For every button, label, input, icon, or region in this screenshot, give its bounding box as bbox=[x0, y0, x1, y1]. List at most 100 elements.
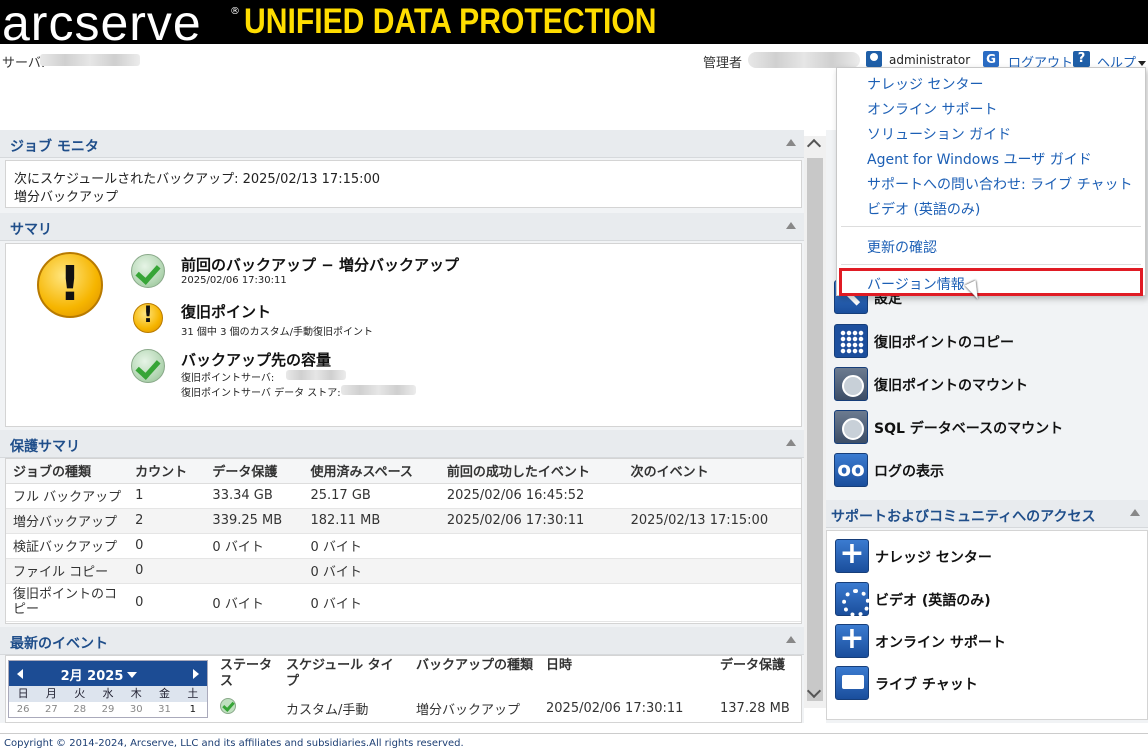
calendar-date[interactable]: 31 bbox=[150, 702, 178, 717]
help-icon[interactable]: ? bbox=[1073, 51, 1090, 67]
arcserve-logo: arcserve bbox=[2, 0, 202, 44]
schedule-type-cell: カスタム/手動 bbox=[286, 702, 369, 718]
table-row[interactable]: 復旧ポイントのコピー 0 0 バイト 0 バイト bbox=[6, 583, 801, 622]
collapse-icon[interactable] bbox=[786, 636, 796, 643]
last-success-cell bbox=[439, 583, 624, 622]
menu-item-online-support[interactable]: オンライン サポート bbox=[867, 99, 997, 119]
month-label: 2月 2025 bbox=[60, 669, 124, 684]
calendar-header: 2月 2025 bbox=[9, 661, 207, 686]
support-label: オンライン サポート bbox=[875, 635, 1006, 651]
column-header[interactable]: カウント bbox=[128, 459, 206, 484]
table-row[interactable]: 検証バックアップ 0 0 バイト 0 バイト bbox=[6, 533, 801, 559]
column-header[interactable]: データ保護 bbox=[205, 459, 304, 484]
next-month-icon[interactable] bbox=[193, 669, 199, 679]
task-mount-sql-database[interactable]: SQL データベースのマウント bbox=[834, 410, 1134, 446]
support-body: ナレッジ センター ビデオ (英語のみ) オンライン サポート ライブ チャット bbox=[826, 530, 1148, 720]
task-label: 復旧ポイントのマウント bbox=[874, 378, 1028, 394]
summary-panel: サマリ 前回のバックアップ − 増分バックアップ 2025/02/06 17:3… bbox=[0, 213, 804, 428]
column-header[interactable]: バックアップの種類 bbox=[410, 656, 540, 696]
menu-item-solution-guide[interactable]: ソリューション ガイド bbox=[867, 124, 1011, 144]
datetime-cell: 2025/02/06 17:30:11 bbox=[546, 700, 684, 716]
weekday-label: 土 bbox=[187, 687, 199, 700]
support-live-chat[interactable]: ライブ チャット bbox=[835, 666, 1135, 702]
scroll-up-icon[interactable] bbox=[806, 138, 822, 154]
month-selector[interactable]: 2月 2025 bbox=[9, 665, 189, 684]
column-header[interactable]: データ保護 bbox=[714, 656, 801, 696]
logout-icon[interactable]: G bbox=[983, 51, 999, 67]
data-protected-cell: 137.28 MB bbox=[720, 700, 790, 716]
last-success-cell bbox=[439, 558, 624, 584]
count-cell: 0 bbox=[128, 583, 206, 622]
column-header[interactable]: 日時 bbox=[540, 656, 714, 696]
table-header-row: ステータス スケジュール タイプ バックアップの種類 日時 データ保護 bbox=[214, 656, 801, 696]
next-backup-text: 次にスケジュールされたバックアップ: 2025/02/13 17:15:00 増… bbox=[14, 172, 381, 205]
job-type-cell: 復旧ポイントのコピー bbox=[6, 583, 129, 622]
column-header[interactable]: ジョブの種類 bbox=[6, 459, 129, 484]
menu-item-check-updates[interactable]: 更新の確認 bbox=[867, 237, 937, 257]
column-header[interactable]: 前回の成功したイベント bbox=[439, 459, 624, 484]
check-icon bbox=[220, 698, 236, 714]
left-column: ジョブ モニタ 次にスケジュールされたバックアップ: 2025/02/13 17… bbox=[0, 130, 804, 723]
column-header[interactable]: スケジュール タイプ bbox=[280, 656, 410, 696]
menu-item-videos[interactable]: ビデオ (英語のみ) bbox=[867, 199, 980, 219]
weekday-label: 火 bbox=[74, 687, 86, 700]
event-calendar: 2月 2025 日 月 火 水 木 金 土 26 27 28 29 30 31 … bbox=[8, 660, 208, 718]
collapse-icon[interactable] bbox=[786, 439, 796, 446]
collapse-icon[interactable] bbox=[786, 139, 796, 146]
collapse-icon[interactable] bbox=[1130, 509, 1140, 516]
support-title: サポートおよびコミュニティへのアクセス bbox=[831, 509, 1096, 525]
calendar-date[interactable]: 26 bbox=[9, 702, 37, 717]
calendar-date[interactable]: 29 bbox=[94, 702, 122, 717]
weekday-label: 木 bbox=[130, 687, 142, 700]
main-scrollbar[interactable] bbox=[804, 136, 826, 708]
weekday-label: 水 bbox=[102, 687, 114, 700]
summary-body: 前回のバックアップ − 増分バックアップ 2025/02/06 17:30:11… bbox=[5, 243, 802, 427]
weekday-label: 日 bbox=[17, 687, 29, 700]
table-row[interactable]: フル バックアップ 1 33.34 GB 25.17 GB 2025/02/06… bbox=[6, 483, 801, 509]
table-row[interactable]: カスタム/手動 増分バックアップ 2025/02/06 17:30:11 137… bbox=[214, 696, 801, 720]
datastore-name-redacted bbox=[341, 385, 416, 395]
menu-divider bbox=[841, 264, 1141, 265]
column-header[interactable]: 使用済みスペース bbox=[303, 459, 440, 484]
column-header[interactable]: ステータス bbox=[214, 656, 280, 696]
menu-item-version-info[interactable]: バージョン情報 bbox=[867, 274, 965, 294]
column-header[interactable]: 次のイベント bbox=[623, 459, 801, 484]
protection-summary-header: 保護サマリ bbox=[0, 430, 804, 458]
recent-events-table: ステータス スケジュール タイプ バックアップの種類 日時 データ保護 カスタム… bbox=[214, 656, 801, 720]
menu-item-user-guide[interactable]: Agent for Windows ユーザ ガイド bbox=[867, 149, 1092, 169]
task-mount-recovery-point[interactable]: 復旧ポイントのマウント bbox=[834, 367, 1134, 403]
scroll-thumb[interactable] bbox=[807, 158, 823, 701]
support-label: ナレッジ センター bbox=[875, 550, 992, 566]
last-success-cell: 2025/02/06 17:30:11 bbox=[439, 508, 624, 534]
support-label: ライブ チャット bbox=[875, 677, 978, 693]
protection-summary-table: ジョブの種類 カウント データ保護 使用済みスペース 前回の成功したイベント 次… bbox=[6, 459, 801, 622]
date-row: 26 27 28 29 30 31 1 bbox=[9, 702, 207, 717]
table-row[interactable]: ファイル コピー 0 0 バイト bbox=[6, 558, 801, 584]
support-online-support[interactable]: オンライン サポート bbox=[835, 621, 1135, 660]
registered-mark: ® bbox=[230, 6, 240, 17]
status-cell bbox=[214, 696, 280, 720]
calendar-date[interactable]: 27 bbox=[37, 702, 65, 717]
support-videos[interactable]: ビデオ (英語のみ) bbox=[835, 582, 1135, 618]
menu-item-knowledge-center[interactable]: ナレッジ センター bbox=[867, 74, 983, 94]
chevron-down-icon bbox=[1138, 61, 1147, 66]
calendar-date[interactable]: 1 bbox=[179, 702, 207, 717]
space-used-cell: 25.17 GB bbox=[303, 483, 440, 509]
collapse-icon[interactable] bbox=[786, 222, 796, 229]
protection-summary-panel: 保護サマリ ジョブの種類 カウント データ保護 使用済みスペース 前回の成功した… bbox=[0, 430, 804, 625]
status-detail: 31 個中 3 個のカスタム/手動復旧ポイント bbox=[181, 327, 373, 338]
task-view-logs[interactable]: ログの表示 bbox=[834, 453, 1134, 489]
calendar-date[interactable]: 30 bbox=[122, 702, 150, 717]
calendar-date[interactable]: 28 bbox=[66, 702, 94, 717]
online-support-icon bbox=[835, 621, 869, 658]
copyright-text: Copyright © 2014-2024, Arcserve, LLC and… bbox=[4, 738, 464, 749]
support-knowledge-center[interactable]: ナレッジ センター bbox=[835, 536, 1135, 575]
task-copy-recovery-point[interactable]: 復旧ポイントのコピー bbox=[834, 324, 1134, 360]
menu-item-live-chat[interactable]: サポートへの問い合わせ: ライブ チャット bbox=[867, 174, 1132, 194]
last-success-cell bbox=[439, 533, 624, 559]
space-used-cell: 0 バイト bbox=[303, 583, 440, 622]
job-monitor-header: ジョブ モニタ bbox=[0, 130, 804, 158]
job-type-cell: 増分バックアップ bbox=[6, 508, 129, 534]
summary-header: サマリ bbox=[0, 213, 804, 241]
table-row[interactable]: 増分バックアップ 2 339.25 MB 182.11 MB 2025/02/0… bbox=[6, 508, 801, 534]
